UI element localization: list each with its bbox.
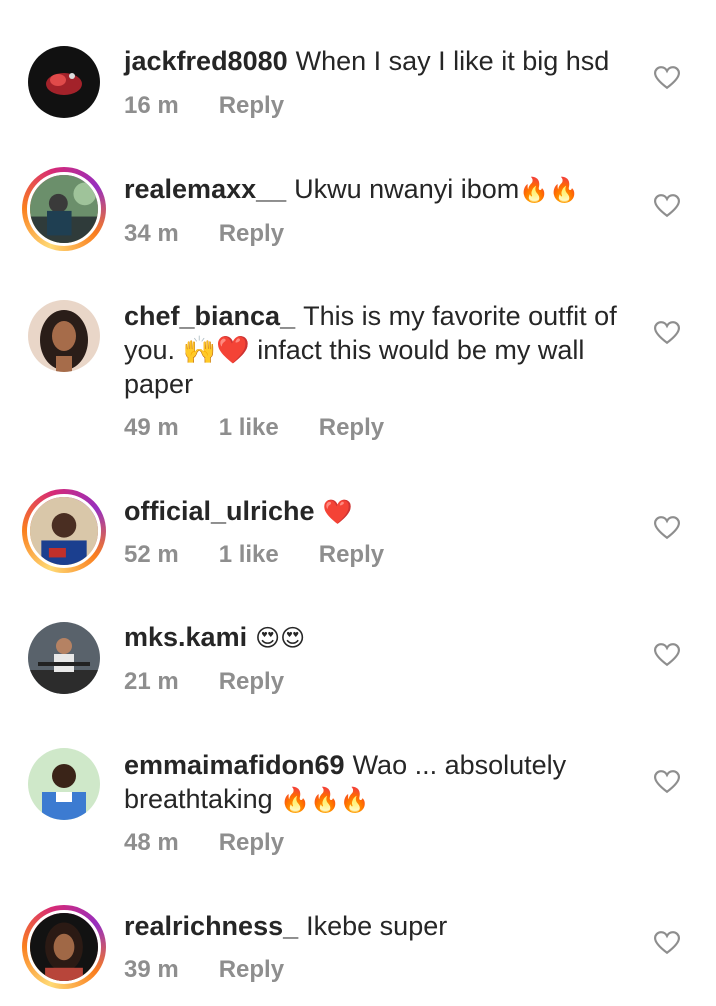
comment-time: 49 m bbox=[124, 414, 179, 441]
comment-meta: 34 m Reply bbox=[124, 220, 284, 248]
comment-time: 48 m bbox=[124, 829, 179, 856]
comment-time: 34 m bbox=[124, 220, 179, 247]
reply-button[interactable]: Reply bbox=[219, 829, 284, 857]
comment-username[interactable]: official_ulriche bbox=[124, 496, 315, 526]
heart-outline-icon[interactable] bbox=[654, 194, 680, 218]
comment-time: 16 m bbox=[124, 92, 179, 119]
comment-username[interactable]: mks.kami bbox=[124, 622, 247, 652]
like-count[interactable]: 1 like bbox=[219, 541, 279, 569]
heart-outline-icon[interactable] bbox=[654, 516, 680, 540]
comment-time: 52 m bbox=[124, 541, 179, 568]
comment-text: official_ulriche ❤️ bbox=[124, 496, 353, 526]
comment-text: jackfred8080 When I say I like it big hsd bbox=[124, 46, 610, 76]
avatar[interactable] bbox=[22, 489, 106, 573]
reply-button[interactable]: Reply bbox=[219, 220, 284, 248]
reply-button[interactable]: Reply bbox=[319, 541, 384, 569]
avatar[interactable] bbox=[22, 167, 106, 251]
avatar[interactable] bbox=[22, 905, 106, 989]
comment-meta: 49 m 1 like Reply bbox=[124, 414, 384, 442]
comment-text: realemaxx__ Ukwu nwanyi ibom🔥🔥 bbox=[124, 174, 580, 204]
comment-username[interactable]: realrichness_ bbox=[124, 911, 298, 941]
comment-text: chef_bianca_ This is my favorite outfit o… bbox=[124, 301, 617, 399]
avatar[interactable] bbox=[28, 748, 100, 820]
heart-outline-icon[interactable] bbox=[654, 321, 680, 345]
comments-list: jackfred8080 When I say I like it big hsd… bbox=[0, 0, 716, 1006]
comment-time: 21 m bbox=[124, 668, 179, 695]
comment-username[interactable]: jackfred8080 bbox=[124, 46, 288, 76]
heart-outline-icon[interactable] bbox=[654, 66, 680, 90]
comment-username[interactable]: realemaxx__ bbox=[124, 174, 286, 204]
comment-text: emmaimafidon69 Wao ... absolutely breatht… bbox=[124, 750, 567, 814]
heart-outline-icon[interactable] bbox=[654, 770, 680, 794]
comment-meta: 52 m 1 like Reply bbox=[124, 541, 384, 569]
reply-button[interactable]: Reply bbox=[319, 414, 384, 442]
comment-username[interactable]: chef_bianca_ bbox=[124, 301, 295, 331]
comment-meta: 16 m Reply bbox=[124, 92, 284, 120]
comment-text: realrichness_ Ikebe super bbox=[124, 911, 448, 941]
heart-outline-icon[interactable] bbox=[654, 643, 680, 667]
comment-meta: 39 m Reply bbox=[124, 956, 284, 984]
avatar[interactable] bbox=[28, 46, 100, 118]
like-count[interactable]: 1 like bbox=[219, 414, 279, 442]
reply-button[interactable]: Reply bbox=[219, 668, 284, 696]
heart-outline-icon[interactable] bbox=[654, 931, 680, 955]
reply-button[interactable]: Reply bbox=[219, 92, 284, 120]
avatar[interactable] bbox=[28, 300, 100, 372]
comment-text: mks.kami 😍😍 bbox=[124, 622, 306, 652]
comment-username[interactable]: emmaimafidon69 bbox=[124, 750, 345, 780]
comment-meta: 21 m Reply bbox=[124, 668, 284, 696]
comment-meta: 48 m Reply bbox=[124, 829, 284, 857]
reply-button[interactable]: Reply bbox=[219, 956, 284, 984]
avatar[interactable] bbox=[28, 622, 100, 694]
comment-time: 39 m bbox=[124, 956, 179, 983]
